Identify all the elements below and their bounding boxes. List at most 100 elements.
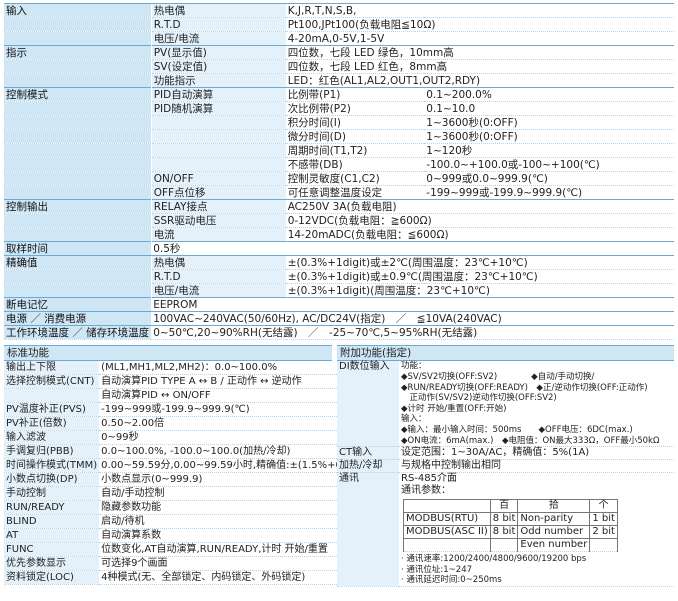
spec-table: 输入 热电偶 K,J,R,T,N,S,B, R.T.D Pt100,JPt100(负载电… (4, 3, 674, 340)
function-value: 自动演算PID ↔ ON/OFF (99, 388, 368, 403)
spec-row: 指示 PV(显示值) 四位数，七段 LED 绿色，10mm高 (4, 45, 674, 60)
spec-row: 断电记忆 EEPROM (4, 297, 674, 312)
di-line: ◆SV/SV2切换(OFF:SV2) ◆自动/手动切换/ (401, 372, 595, 382)
spec-row: R.T.D Pt100,JPt100(负载电阻≦10Ω) (4, 17, 674, 32)
comm-note: · 通讯速率:1200/2400/4800/9600/19200 bps (401, 554, 587, 564)
heat-cool-row: 加热/冷却 与规格中控制输出相同 (337, 459, 674, 473)
function-name: RUN/READY (4, 500, 100, 515)
spec-cell-c2: RELAY接点 (150, 199, 286, 214)
spec-cell-c1 (4, 269, 152, 284)
spec-cell-c1 (4, 59, 152, 74)
mini-header-cell: 个 (589, 499, 618, 513)
function-value: 0.0~100.0%, -100.0~100.0(加热/冷却) (99, 444, 368, 459)
function-name: 输出上下限 (4, 361, 100, 375)
spec-cell-c4: 0~999或0.0~999.9(℃) (424, 171, 674, 186)
spec-cell-c2: R.T.D (150, 269, 286, 284)
spec-row: 工作环境温度 ／ 储存环境温度 0~50℃,20~90%RH(无结露) ／ -25… (4, 325, 674, 340)
spec-cell-c3: 四位数，七段 LED 绿色，10mm高 (285, 45, 674, 60)
spec-cell-c2: ON/OFF (150, 171, 286, 186)
di-line: 输入： (401, 414, 427, 424)
mini-cell: Non-parity (517, 512, 591, 526)
spec-cell-c3: EEPROM (151, 297, 674, 312)
mini-cell: MODBUS(RTU) (403, 512, 491, 526)
di-label: DI数位输入 (337, 361, 399, 447)
spec-cell-c1: 控制输出 (4, 199, 152, 214)
spec-cell-c3: 微分时间(D) (285, 129, 425, 144)
mini-cell: 1 bit (589, 512, 618, 526)
spec-cell-c1 (4, 227, 152, 242)
spec-cell-c3: AC250V 3A(负载电阻) (285, 199, 674, 214)
spec-row: 功能指示 LED：红色(AL1,AL2,OUT1,OUT2,RDY) (4, 73, 674, 88)
spec-cell-c4: -199~999或-199.9~999.9(℃) (424, 185, 674, 200)
function-value: 自动演算PID TYPE A ↔ B / 正动作 ↔ 逆动作 (99, 374, 368, 389)
mini-cell: 2 bit (589, 525, 618, 539)
mini-cell (489, 538, 519, 552)
di-line: ◆计时 开始/重置(OFF:开始) (401, 403, 507, 414)
spec-row: 精确值 热电偶 ±(0.3%+1digit)或±2℃(周围温度：23℃+10℃) (4, 255, 674, 270)
mini-header-cell: 拾 (517, 499, 591, 513)
function-name: AT (4, 528, 100, 543)
function-value: 自动演算系数 (99, 528, 368, 543)
function-name: 时间操作模式(TMM) (4, 458, 100, 473)
mini-header-cell: 百 (489, 499, 519, 513)
function-value: 0~99秒 (99, 430, 368, 445)
spec-cell-c3: 14-20mADC(负载电阻：≦600Ω) (285, 227, 674, 242)
spec-cell-c1 (4, 185, 152, 200)
comm-line: 通讯参数： (401, 485, 451, 496)
spec-row: ON/OFF 控制灵敏度(C1,C2) 0~999或0.0~999.9(℃) (4, 171, 674, 186)
di-line: ◆ON电流：6mA(max.) ◆电阻值：ON最大333Ω，OFF最小50kΩ (401, 435, 660, 446)
mini-cell: Odd number (517, 525, 591, 539)
spec-cell-c1: 输入 (4, 3, 152, 18)
standard-function-row: BLIND 启动/待机 (4, 514, 368, 529)
spec-row: 输入 热电偶 K,J,R,T,N,S,B, (4, 3, 674, 18)
comm-parameter-table: 百 拾 个 MODBUS(RTU) 8 bit Non-parity 1 bit… (403, 499, 618, 552)
spec-cell-c1 (4, 213, 152, 228)
function-value: 位数变化,AT自动演算,RUN/READY,计时 开始/重置 (99, 542, 368, 557)
spec-cell-c2: 电流 (150, 227, 286, 242)
function-name: BLIND (4, 514, 100, 529)
spec-cell-c1: 指示 (4, 45, 152, 60)
standard-function-row: 输出上下限 (ML1,MH1,ML2,MH2)：0.0~100.0% (4, 361, 368, 375)
spec-cell-c4: 0.1~10.0 (424, 101, 674, 116)
spec-cell-c3: 积分时间(I) (285, 115, 425, 130)
spec-cell-c4: -100.0~+100.0或-100~+100(℃) (424, 157, 674, 172)
spec-cell-c2: R.T.D (150, 17, 286, 32)
di-line: 正动作(SV/SV2)逆动作切换(OFF:SV2) (401, 393, 557, 403)
spec-row: 电流 14-20mADC(负载电阻：≦600Ω) (4, 227, 674, 242)
spec-cell-c1: 精确值 (4, 255, 152, 270)
spec-cell-c1: 电源 ／ 消费电源 (4, 311, 152, 326)
heat-cool-value: 与规格中控制输出相同 (399, 459, 674, 473)
spec-cell-c1 (4, 143, 152, 158)
standard-function-row: PV补正(倍数) 0.50~2.00倍 (4, 416, 368, 431)
spec-cell-c3: 可任意调整温度设定 (285, 185, 425, 200)
spec-cell-c3: ±(0.3%+1digit)或±0.9℃(周围温度：23℃+10℃) (285, 269, 674, 284)
spec-cell-c1 (4, 129, 152, 144)
standard-functions-title: 标准功能 (4, 345, 332, 361)
spec-cell-c4: 1~3600秒(0:OFF) (424, 129, 674, 144)
spec-cell-c1: 控制模式 (4, 87, 152, 102)
function-name: 手动控制 (4, 486, 100, 501)
comm-note: · 通讯延迟时间:0~250ms (401, 575, 502, 585)
standard-function-row: 手动控制 自动/手动控制 (4, 486, 368, 501)
spec-cell-c3: 0~50℃,20~90%RH(无结露) ／ -25~70℃,5~95%RH(无结… (151, 325, 674, 340)
standard-function-row: 选择控制模式(CNT) 自动演算PID TYPE A ↔ B / 正动作 ↔ 逆动… (4, 374, 368, 389)
spec-row: 取样时间 0.5秒 (4, 241, 674, 256)
di-line: ◆输入：最小输入时间：500ms ◆OFF电压：6DC(max.) (401, 425, 633, 435)
standard-function-row: 手调复归(PBB) 0.0~100.0%, -100.0~100.0(加热/冷却) (4, 444, 368, 459)
spec-cell-c4: 1~120秒 (424, 143, 674, 158)
standard-function-row: PV温度补正(PVS) -199~999或-199.9~999.9(℃) (4, 402, 368, 417)
spec-row: 电压/电流 4-20mA,0-5V,1-5V (4, 31, 674, 46)
function-value: 可选择9个画面 (99, 556, 368, 571)
spec-cell-c3: 四位数，七段 LED 红色，8mm高 (285, 59, 674, 74)
heat-cool-label: 加热/冷却 (337, 459, 399, 473)
additional-functions-title: 附加功能(指定) (337, 345, 674, 361)
spec-cell-c3: 比例带(P1) (285, 87, 425, 102)
function-value: (ML1,MH1,ML2,MH2)：0.0~100.0% (99, 361, 368, 375)
function-value: 0.00~59.59分,0.00~99.59小时,精确值:±(1.5%+0.5秒… (99, 458, 368, 473)
spec-row: 电源 ／ 消费电源 100VAC~240VAC(50/60Hz), AC/DC24… (4, 311, 674, 326)
mini-cell: 8 bit (489, 512, 519, 526)
standard-function-row: 优先参数显示 可选择9个画面 (4, 556, 368, 571)
mini-header-cell (403, 499, 491, 513)
function-name: 小数点切换(DP) (4, 472, 100, 487)
function-name: 输入滤波 (4, 430, 100, 445)
